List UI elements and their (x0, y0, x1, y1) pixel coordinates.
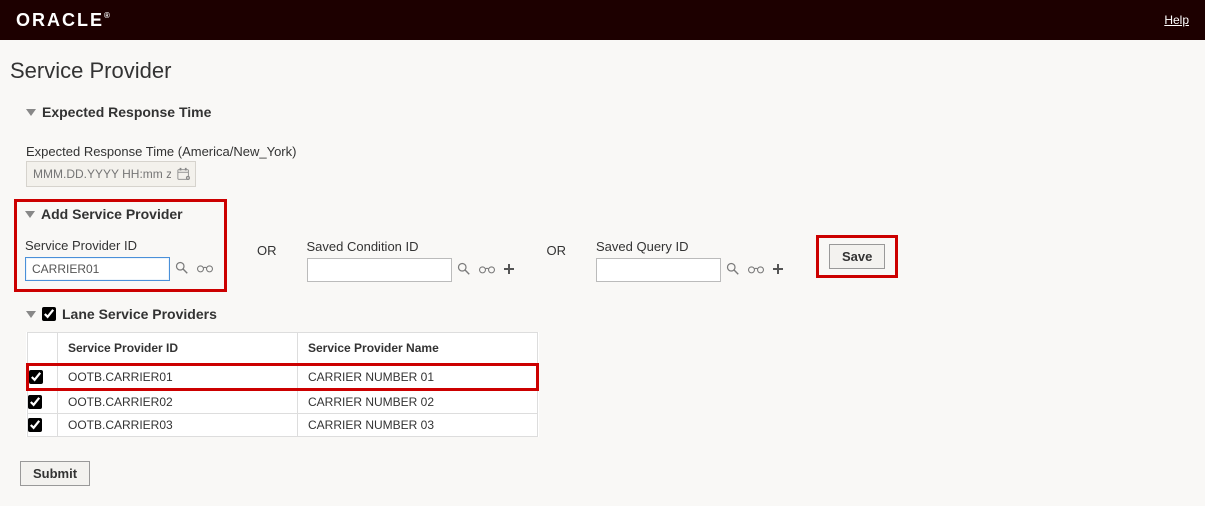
calendar-icon[interactable] (177, 167, 191, 181)
lane-service-providers-section: Lane Service Providers Service Provider … (0, 296, 1205, 441)
add-sp-header[interactable]: Add Service Provider (25, 206, 216, 228)
row-sp-name: CARRIER NUMBER 01 (298, 365, 538, 390)
add-icon[interactable] (501, 261, 517, 279)
submit-button[interactable]: Submit (20, 461, 90, 486)
expected-response-title: Expected Response Time (42, 104, 211, 120)
page-title: Service Provider (0, 40, 1205, 94)
sp-id-input[interactable] (25, 257, 170, 281)
service-provider-table: Service Provider ID Service Provider Nam… (26, 332, 539, 437)
expected-response-field-wrap (26, 161, 196, 187)
saved-query-label: Saved Query ID (596, 239, 786, 254)
search-icon[interactable] (455, 260, 473, 280)
help-link[interactable]: Help (1164, 13, 1189, 27)
brand-text: ORACLE (16, 10, 104, 30)
or-separator-1: OR (257, 205, 277, 258)
search-icon[interactable] (173, 259, 191, 279)
col-name-header: Service Provider Name (298, 333, 538, 365)
save-highlight: Save (816, 235, 898, 278)
saved-condition-label: Saved Condition ID (307, 239, 517, 254)
highlight-sp-id: Add Service Provider Service Provider ID (14, 199, 227, 292)
row-checkbox[interactable] (28, 418, 42, 432)
row-sp-id: OOTB.CARRIER01 (58, 365, 298, 390)
table-header-row: Service Provider ID Service Provider Nam… (28, 333, 538, 365)
row-sp-id: OOTB.CARRIER02 (58, 390, 298, 414)
brand-reg: ® (104, 11, 110, 20)
col-id-header: Service Provider ID (58, 333, 298, 365)
expected-response-input[interactable] (27, 163, 177, 185)
add-sp-title: Add Service Provider (41, 206, 183, 222)
lane-sp-master-checkbox[interactable] (42, 307, 56, 321)
row-sp-id: OOTB.CARRIER03 (58, 414, 298, 437)
expected-response-section: Expected Response Time Expected Response… (0, 94, 1205, 191)
view-icon[interactable] (476, 261, 498, 279)
lane-sp-header[interactable]: Lane Service Providers (26, 300, 1179, 328)
expected-response-label: Expected Response Time (America/New_York… (26, 144, 1179, 159)
footer-actions: Submit (0, 441, 1205, 506)
expected-response-header[interactable]: Expected Response Time (26, 98, 1179, 126)
disclose-icon (26, 311, 36, 318)
row-checkbox[interactable] (29, 370, 43, 384)
view-icon[interactable] (194, 260, 216, 278)
lane-sp-title: Lane Service Providers (62, 306, 217, 322)
top-bar: ORACLE® Help (0, 0, 1205, 40)
row-sp-name: CARRIER NUMBER 02 (298, 390, 538, 414)
table-row[interactable]: OOTB.CARRIER01 CARRIER NUMBER 01 (28, 365, 538, 390)
saved-query-col: Saved Query ID (596, 205, 786, 282)
add-service-provider-section: Add Service Provider Service Provider ID… (0, 191, 1205, 296)
disclose-icon (26, 109, 36, 116)
add-icon[interactable] (770, 261, 786, 279)
row-checkbox[interactable] (28, 395, 42, 409)
table-row[interactable]: OOTB.CARRIER02 CARRIER NUMBER 02 (28, 390, 538, 414)
saved-condition-input[interactable] (307, 258, 452, 282)
save-button[interactable]: Save (829, 244, 885, 269)
view-icon[interactable] (745, 261, 767, 279)
row-sp-name: CARRIER NUMBER 03 (298, 414, 538, 437)
saved-condition-col: Saved Condition ID (307, 205, 517, 282)
sp-id-label: Service Provider ID (25, 238, 216, 253)
brand-logo: ORACLE® (16, 10, 110, 31)
disclose-icon (25, 211, 35, 218)
search-icon[interactable] (724, 260, 742, 280)
col-select-header (28, 333, 58, 365)
table-row[interactable]: OOTB.CARRIER03 CARRIER NUMBER 03 (28, 414, 538, 437)
saved-query-input[interactable] (596, 258, 721, 282)
or-separator-2: OR (547, 205, 567, 258)
